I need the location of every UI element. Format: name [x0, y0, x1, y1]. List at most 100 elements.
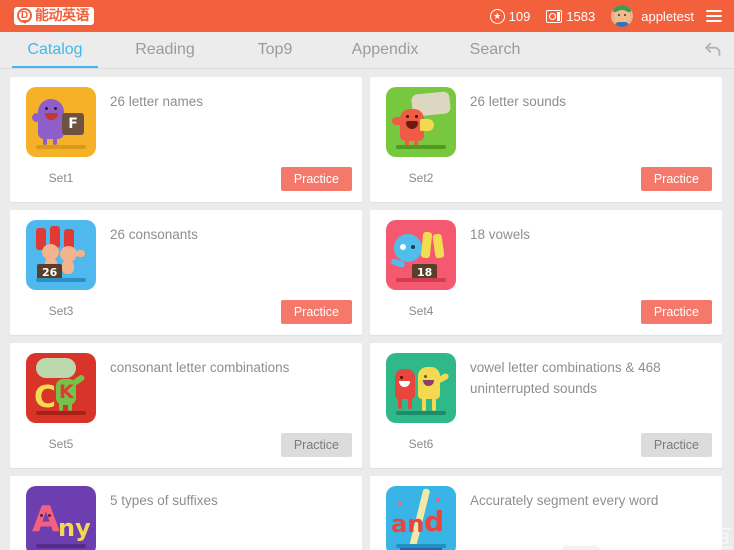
card-title: Accurately segment every word [470, 493, 659, 508]
catalog-card-set8[interactable]: an d Set8 Accurately segment every word … [370, 476, 722, 550]
ground-shadow [36, 411, 86, 415]
card-title: 26 consonants [110, 227, 198, 242]
character-eye [400, 244, 406, 250]
card-body: consonant letter combinations Practice [102, 353, 352, 460]
logo-text: 能动英语 [35, 7, 90, 24]
thumb-column: an d Set8 [380, 486, 462, 550]
tab-appendix[interactable]: Appendix [330, 32, 440, 68]
practice-button[interactable]: Practice [280, 433, 352, 457]
thumb-column: 26 Set3 [20, 220, 102, 327]
catalog-card-set3[interactable]: 26 Set3 26 consonants Practice [10, 210, 362, 335]
tab-catalog[interactable]: Catalog [0, 32, 110, 68]
card-title: 18 vowels [470, 227, 531, 242]
card-body: 26 consonants Practice [102, 220, 352, 327]
avatar-body [615, 22, 630, 27]
hamburger-bar [706, 10, 722, 12]
practice-button[interactable]: Practice [280, 167, 352, 191]
logo-mark-icon: D [17, 8, 32, 24]
thumb-column: F Set1 [20, 87, 102, 194]
tab-bar: Catalog Reading Top9 Appendix Search [0, 32, 734, 69]
hamburger-bar [706, 15, 722, 17]
character-leg [68, 403, 72, 411]
character-eye [415, 115, 418, 118]
character-body [62, 260, 74, 274]
character-leg [59, 403, 63, 411]
character-leg [432, 397, 436, 411]
letter-d: d [424, 505, 445, 538]
hamburger-icon[interactable] [706, 10, 722, 22]
practice-button[interactable]: Practice [280, 300, 352, 324]
tab-search[interactable]: Search [440, 32, 550, 68]
thumb-column: C K Set5 [20, 353, 102, 460]
megaphone [420, 119, 434, 131]
character-arm [32, 113, 41, 122]
set-label: Set6 [408, 437, 434, 451]
set-thumbnail: C K [26, 353, 96, 423]
set-thumbnail [386, 353, 456, 423]
card-body: 5 types of suffixes Practice [102, 486, 352, 550]
character-eye [54, 107, 57, 110]
card-title: 26 letter names [110, 94, 204, 109]
set-thumbnail: A ny [26, 486, 96, 550]
character-eye [48, 514, 51, 517]
practice-button[interactable]: Practice [640, 433, 712, 457]
card-title: consonant letter combinations [110, 360, 290, 375]
username-label[interactable]: appletest [641, 9, 694, 24]
tab-reading[interactable]: Reading [110, 32, 220, 68]
letter-ny: ny [58, 514, 91, 542]
catalog-grid: F Set1 26 letter names Practice Set2 26 … [0, 69, 734, 550]
catalog-card-set2[interactable]: Set2 26 letter sounds Practice [370, 77, 722, 202]
card-body: 18 vowels Practice [462, 220, 712, 327]
stat-stars[interactable]: ★ 109 [489, 8, 531, 24]
catalog-card-set5[interactable]: C K Set5 consonant letter combinations P… [10, 343, 362, 468]
set-thumbnail: 18 [386, 220, 456, 290]
card-title: vowel letter combinations & 468 uninterr… [470, 360, 661, 396]
catalog-card-set1[interactable]: F Set1 26 letter names Practice [10, 77, 362, 202]
card-body: 26 letter sounds Practice [462, 87, 712, 194]
character-leg [53, 135, 57, 145]
stat-stars-value: 109 [508, 8, 531, 24]
character-leg [43, 135, 47, 145]
back-arrow-icon[interactable] [702, 39, 724, 61]
catalog-card-set4[interactable]: 18 Set4 18 vowels Practice [370, 210, 722, 335]
practice-button[interactable]: Practice [640, 167, 712, 191]
character-eye [424, 375, 427, 378]
set-label: Set3 [48, 304, 74, 318]
character-arm [392, 117, 403, 125]
app-header: D 能动英语 ★ 109 1583 appletest [0, 0, 734, 32]
card-title: 5 types of suffixes [110, 493, 218, 508]
ground-shadow [396, 145, 446, 149]
set-label: Set4 [408, 304, 434, 318]
set-label: Set1 [48, 171, 74, 185]
character-arm [76, 250, 85, 257]
tab-top9[interactable]: Top9 [220, 32, 330, 68]
sparkle [436, 498, 440, 502]
thumb-column: A ny Set7 [20, 486, 102, 550]
ground-shadow [36, 278, 86, 282]
user-avatar[interactable] [611, 5, 634, 27]
letter-shape [432, 233, 445, 259]
catalog-card-set7[interactable]: A ny Set7 5 types of suffixes Practice [10, 476, 362, 550]
character-leg [408, 397, 412, 409]
character-eye [411, 245, 415, 249]
stat-coins[interactable]: 1583 [546, 9, 595, 24]
hamburger-bar [706, 20, 722, 22]
letter-a: A [32, 499, 60, 540]
card-body: Accurately segment every word Practice [462, 486, 712, 550]
character-body [394, 234, 422, 262]
thumb-column: Set6 [380, 353, 462, 460]
set-label: Set5 [48, 437, 74, 451]
letter-box: F [62, 113, 84, 135]
catalog-card-set6[interactable]: Set6 vowel letter combinations & 468 uni… [370, 343, 722, 468]
ground-shadow [36, 145, 86, 149]
header-right-group: ★ 109 1583 appletest [489, 5, 722, 27]
character-eye [40, 514, 43, 517]
character-eye [406, 115, 409, 118]
star-circle-icon: ★ [489, 8, 505, 24]
character-leg [398, 397, 402, 409]
ground-shadow [36, 544, 86, 548]
app-logo[interactable]: D 能动英语 [14, 7, 94, 25]
letter-k: K [59, 381, 74, 403]
set-label: Set2 [408, 171, 434, 185]
practice-button[interactable]: Practice [640, 300, 712, 324]
